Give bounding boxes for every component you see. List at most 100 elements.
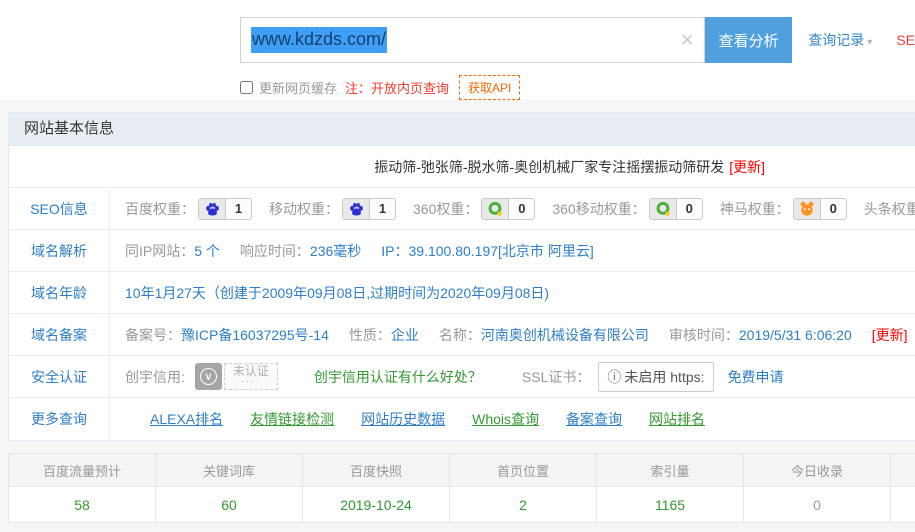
so360-ring-icon [650,199,677,219]
stats-header-baidu-snapshot: 百度快照 [303,454,450,486]
baidu-weight-badge[interactable]: 1 [198,198,252,220]
stats-table: 百度流量预计 关键词库 百度快照 首页位置 索引量 今日收录 58 60 201… [8,453,915,523]
row-label-icp: 域名备案 [9,314,110,355]
shenma-weight-value: 0 [821,199,846,219]
row-label-security: 安全认证 [9,356,110,397]
shenma-weight-badge[interactable]: 0 [793,198,847,220]
stats-header-cutoff [891,454,915,486]
so360-mobile-weight-badge[interactable]: 0 [649,198,703,220]
alexa-rank-link[interactable]: ALEXA排名 [150,409,223,429]
more-queries-row: 更多查询 ALEXA排名 友情链接检测 网站历史数据 Whois查询 备案查询 … [9,398,915,440]
stats-value-baidu-traffic[interactable]: 58 [9,487,156,522]
so360-weight-badge[interactable]: 0 [481,198,535,220]
icp-row-content: 备案号： 豫ICP备16037295号-14 性质： 企业 名称： 河南奥创机械… [110,314,915,355]
baidu-weight-group: 百度权重： 1 [125,198,252,220]
icp-number-label: 备案号： [125,325,181,345]
so360-mobile-weight-label: 360移动权重： [552,199,645,219]
row-label-dns: 域名解析 [9,230,110,271]
icp-audit-label: 审核时间： [669,325,739,345]
mobile-weight-value: 1 [370,199,395,219]
inner-page-note: 注：开放内页查询 [345,78,449,97]
seo-info-row: SEO信息 百度权重： 1 [9,188,915,230]
title-update-link[interactable]: [更新] [729,157,765,177]
domain-age-value[interactable]: 10年1月27天（创建于2009年09月08日,过期时间为2020年09月08日… [125,283,549,303]
row-label-seo: SEO信息 [9,188,110,229]
icp-number-value[interactable]: 豫ICP备16037295号-14 [181,325,329,345]
icp-row: 域名备案 备案号： 豫ICP备16037295号-14 性质： 企业 名称： 河… [9,314,915,356]
stats-header-homepage-position: 首页位置 [450,454,597,486]
row-label-age: 域名年龄 [9,272,110,313]
whois-link[interactable]: Whois查询 [472,409,539,429]
dns-row: 域名解析 同IP网站： 5 个 响应时间： 236毫秒 IP：39.100.80… [9,230,915,272]
chuangyu-credit-badge[interactable]: V 未认证 ···· [195,363,278,390]
toutiao-weight-label: 头条权重： [864,199,915,219]
history-dropdown-label: 查询记录 [808,32,864,48]
baidu-weight-value: 1 [226,199,251,219]
so360-mobile-weight-value: 0 [677,199,702,219]
site-rank-link[interactable]: 网站排名 [649,409,705,429]
response-time-label: 响应时间： [240,241,310,261]
chuangyu-v-icon: V [195,363,222,390]
stats-value-index-volume[interactable]: 1165 [597,487,744,522]
icp-query-link[interactable]: 备案查询 [566,409,622,429]
so360-mobile-weight-group: 360移动权重： 0 [552,198,702,220]
mobile-weight-group: 移动权重： 1 [269,198,396,220]
so360-weight-label: 360权重： [413,199,478,219]
stats-value-today-included: 0 [744,487,891,522]
icp-name-value[interactable]: 河南奥创机械设备有限公司 [481,325,649,345]
site-history-link[interactable]: 网站历史数据 [361,409,445,429]
security-row-content: 创宇信用: V 未认证 ···· 创宇信用认证有什么好处？ SSL证书： ⓘ 未… [110,356,915,397]
so360-weight-group: 360权重： 0 [413,198,535,220]
icp-nature-label: 性质： [349,325,391,345]
chuangyu-label: 创宇信用: [125,367,185,387]
icp-update-link[interactable]: [更新] [872,325,908,345]
stats-header-today-included: 今日收录 [744,454,891,486]
baidu-paw-icon [199,199,226,219]
stats-header-keyword-lib: 关键词库 [156,454,303,486]
top-search-area: www.kdzds.com/ × 查看分析 查询记录▾ SE 更新网页缓存 注：… [0,0,915,100]
stats-value-keyword-lib[interactable]: 60 [156,487,303,522]
ip-value[interactable]: IP：39.100.80.197[北京市 阿里云] [381,241,593,261]
refresh-cache-checkbox[interactable] [240,81,253,94]
stats-value-homepage-position[interactable]: 2 [450,487,597,522]
toutiao-weight-group: 头条权重： 头条 0 [864,198,915,220]
chuangyu-status: 未认证 ···· [224,363,278,390]
clear-icon[interactable]: × [681,29,694,51]
response-time-value: 236毫秒 [310,241,361,261]
icp-audit-value: 2019/5/31 6:06:20 [739,327,852,343]
stats-header-index-volume: 索引量 [597,454,744,486]
ssl-status-text: 未启用 https: [624,367,704,387]
chuangyu-benefit-link[interactable]: 创宇信用认证有什么好处？ [314,367,482,387]
seo-row-content: 百度权重： 1 移动权重： [110,188,915,229]
shenma-icon [794,199,821,219]
dns-row-content: 同IP网站： 5 个 响应时间： 236毫秒 IP：39.100.80.197[… [110,230,915,271]
history-dropdown[interactable]: 查询记录▾ [808,17,872,63]
get-api-button[interactable]: 获取API [459,75,520,100]
baidu-paw-icon [343,199,370,219]
friend-links-check-link[interactable]: 友情链接检测 [250,409,334,429]
site-title-row: 振动筛-弛张筛-脱水筛-奥创机械厂家专注摇摆振动筛研发 [更新] [9,146,915,188]
search-input[interactable]: www.kdzds.com/ × [240,17,705,63]
refresh-cache-label: 更新网页缓存 [259,78,337,97]
ssl-apply-link[interactable]: 免费申请 [728,367,784,387]
mobile-weight-label: 移动权重： [269,199,339,219]
icp-name-label: 名称： [439,325,481,345]
shenma-weight-group: 神马权重： 0 [720,198,847,220]
search-options-row: 更新网页缓存 注：开放内页查询 获取API [240,75,915,100]
age-row-content: 10年1月27天（创建于2009年09月08日,过期时间为2020年09月08日… [110,272,915,313]
analyze-button[interactable]: 查看分析 [705,17,793,63]
icp-nature-value: 企业 [391,325,419,345]
so360-weight-value: 0 [509,199,534,219]
same-ip-value[interactable]: 5 个 [194,241,220,261]
stats-header-row: 百度流量预计 关键词库 百度快照 首页位置 索引量 今日收录 [9,454,915,487]
row-label-more: 更多查询 [9,398,110,440]
search-row: www.kdzds.com/ × 查看分析 查询记录▾ SE [240,17,915,63]
stats-value-baidu-snapshot[interactable]: 2019-10-24 [303,487,450,522]
ssl-status-box: ⓘ 未启用 https: [598,362,713,392]
mobile-weight-badge[interactable]: 1 [342,198,396,220]
same-ip-label: 同IP网站： [125,241,194,261]
ssl-label: SSL证书： [522,367,590,387]
content-area: 网站基本信息 振动筛-弛张筛-脱水筛-奥创机械厂家专注摇摆振动筛研发 [更新] … [0,100,915,532]
search-input-value[interactable]: www.kdzds.com/ [251,27,387,53]
more-links: ALEXA排名 友情链接检测 网站历史数据 Whois查询 备案查询 网站排名 [110,398,915,440]
